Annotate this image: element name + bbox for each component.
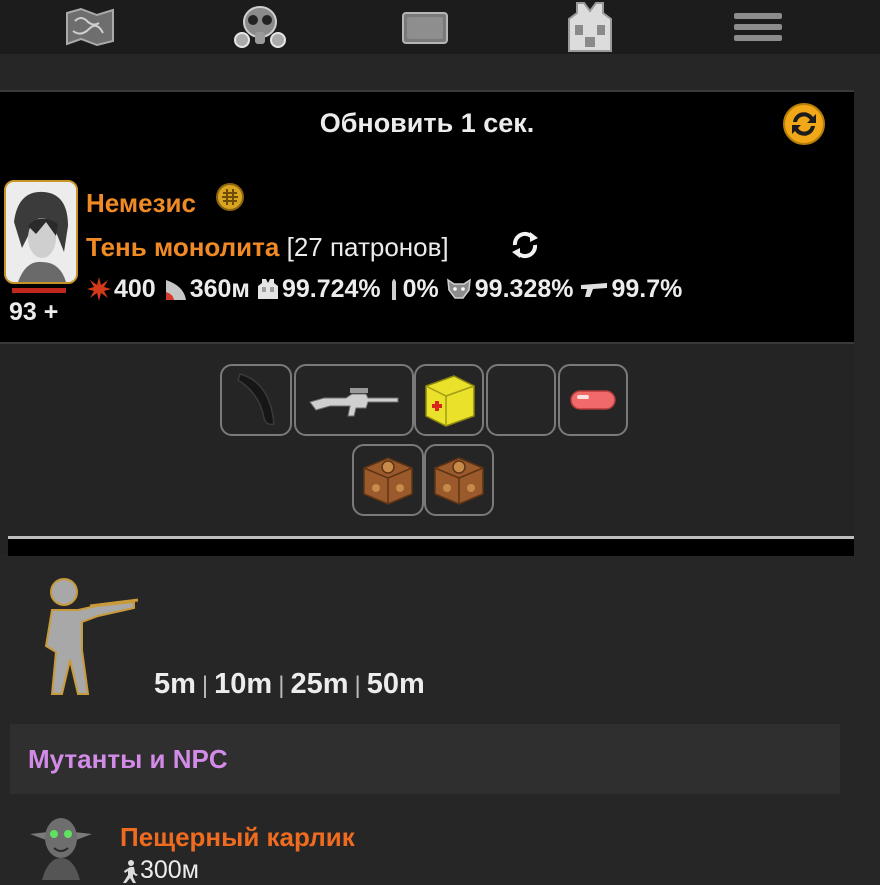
section-divider bbox=[8, 536, 854, 556]
equip-slot-pill[interactable] bbox=[558, 364, 628, 436]
wolf-icon bbox=[446, 278, 471, 299]
menu-icon bbox=[734, 13, 782, 41]
gun-value: 99.7% bbox=[611, 274, 683, 303]
equip-slot-medkit[interactable] bbox=[414, 364, 484, 436]
medkit-icon bbox=[425, 375, 475, 427]
refresh-icon[interactable] bbox=[782, 102, 826, 146]
backpack-icon bbox=[402, 12, 448, 44]
wolf-value: 99.328% bbox=[474, 274, 574, 303]
armor-button[interactable] bbox=[560, 2, 620, 52]
player-name[interactable]: Немезис bbox=[86, 188, 196, 219]
rank-badge-icon bbox=[216, 183, 244, 211]
armor-vest-icon bbox=[568, 2, 612, 52]
equip-slot-knife[interactable] bbox=[220, 364, 292, 436]
reload-icon[interactable] bbox=[508, 228, 542, 262]
enemy-name[interactable]: Пещерный карлик bbox=[120, 822, 355, 853]
clan-line: Тень монолита [27 патронов] bbox=[86, 232, 449, 263]
bullet-icon bbox=[391, 279, 396, 300]
gasmask-icon bbox=[234, 6, 286, 48]
enemy-distance: 300м bbox=[120, 856, 199, 885]
enemy-list-item[interactable]: Пещерный карлик 300м bbox=[0, 800, 880, 884]
equip-slot-rifle[interactable] bbox=[294, 364, 414, 436]
range-25m[interactable]: 25m bbox=[290, 668, 348, 700]
refresh-bar: Обновить 1 сек. bbox=[0, 90, 854, 156]
knife-icon bbox=[237, 373, 275, 426]
shooter-icon[interactable] bbox=[34, 576, 140, 698]
equip-slot-empty[interactable] bbox=[486, 364, 556, 436]
armor-value: 99.724% bbox=[281, 274, 381, 303]
walker-icon bbox=[123, 859, 138, 883]
map-button[interactable] bbox=[60, 4, 120, 50]
ammo-percent: 0% bbox=[402, 274, 439, 303]
ammo-count: [27 патронов] bbox=[286, 232, 449, 262]
player-avatar[interactable] bbox=[4, 180, 78, 284]
gasmask-button[interactable] bbox=[230, 4, 290, 50]
range-5m[interactable]: 5m bbox=[154, 668, 196, 700]
equip-slot-crate-2[interactable] bbox=[424, 444, 494, 516]
backpack-button[interactable] bbox=[395, 4, 455, 50]
range-value: 360м bbox=[189, 274, 250, 303]
damage-icon bbox=[87, 277, 111, 301]
damage-value: 400 bbox=[114, 274, 156, 303]
mutants-header: Мутанты и NPC bbox=[10, 724, 840, 794]
clan-name[interactable]: Тень монолита bbox=[86, 232, 279, 262]
top-nav bbox=[0, 0, 880, 54]
pill-icon bbox=[570, 390, 616, 410]
player-portrait-icon bbox=[6, 182, 76, 282]
refresh-label[interactable]: Обновить 1 сек. bbox=[0, 92, 854, 154]
dwarf-icon bbox=[30, 818, 92, 880]
equip-slot-crate-1[interactable] bbox=[352, 444, 424, 516]
mutants-title: Мутанты и NPC bbox=[28, 744, 228, 774]
equipment-panel bbox=[0, 344, 854, 554]
crate-icon bbox=[434, 457, 484, 505]
range-options: 5m | 10m | 25m | 50m bbox=[154, 668, 425, 700]
range-10m[interactable]: 10m bbox=[214, 668, 272, 700]
stats-line: 400 360м 99.724% 0% 99.328% 99.7% bbox=[86, 272, 688, 306]
pistol-icon bbox=[581, 283, 608, 297]
hp-bar bbox=[12, 288, 66, 293]
range-icon bbox=[165, 280, 186, 300]
enemy-distance-value: 300м bbox=[140, 856, 199, 884]
crate-icon bbox=[363, 457, 413, 505]
player-card: 93 + Немезис Тень монолита [27 патронов]… bbox=[0, 154, 854, 344]
armor-icon bbox=[257, 279, 278, 299]
shooting-range-area: 5m | 10m | 25m | 50m bbox=[0, 558, 880, 718]
range-50m[interactable]: 50m bbox=[367, 668, 425, 700]
menu-button[interactable] bbox=[728, 4, 788, 50]
map-icon bbox=[66, 7, 114, 47]
rifle-icon bbox=[309, 388, 399, 417]
hp-text[interactable]: 93 + bbox=[9, 298, 58, 327]
